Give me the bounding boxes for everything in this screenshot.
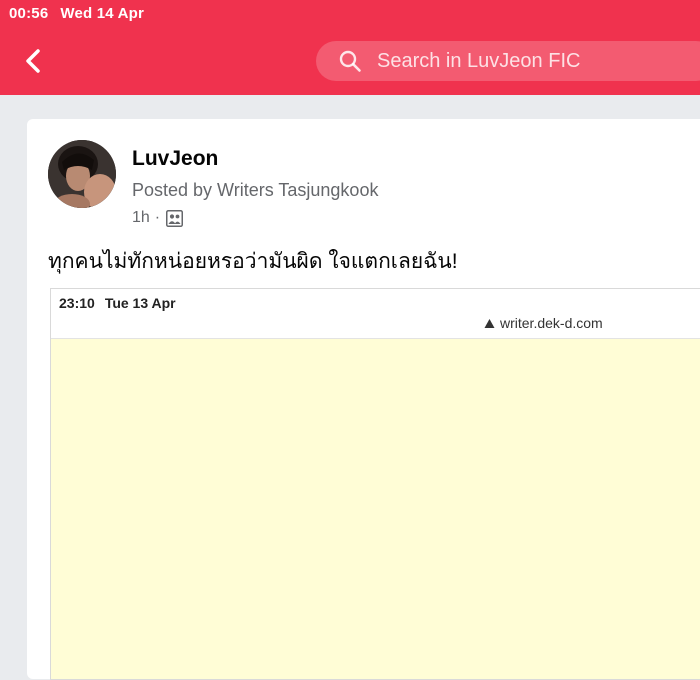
status-time: 00:56 xyxy=(9,5,49,22)
back-button[interactable] xyxy=(18,44,48,78)
image-date: Tue 13 Apr xyxy=(104,295,176,311)
status-date: Wed 14 Apr xyxy=(60,5,145,22)
avatar[interactable] xyxy=(48,140,116,208)
image-url: writer.dek-d.com xyxy=(500,315,603,331)
image-url-bar: writer.dek-d.com xyxy=(484,315,603,331)
post-meta: 1h · xyxy=(132,209,184,227)
search-input[interactable]: Search in LuvJeon FIC xyxy=(316,41,700,81)
image-time: 23:10 xyxy=(59,295,95,311)
post-time[interactable]: 1h xyxy=(132,209,150,227)
status-bar: 00:56 Wed 14 Apr xyxy=(9,5,156,22)
post-text: ทุกคนไม่ทักหน่อยหรอว่ามันผิด ใจแตกเลยฉัน… xyxy=(48,250,458,273)
image-browser-header: 23:10 Tue 13 Apr writer.dek-d.com xyxy=(51,289,700,339)
meta-separator: · xyxy=(154,209,161,226)
author-name[interactable]: LuvJeon xyxy=(132,147,218,171)
lock-icon xyxy=(484,318,495,329)
search-placeholder: Search in LuvJeon FIC xyxy=(377,49,581,72)
search-icon xyxy=(338,49,362,73)
image-status-time: 23:10 Tue 13 Apr xyxy=(59,295,186,311)
group-icon xyxy=(166,209,184,227)
chevron-left-icon xyxy=(26,49,40,73)
post-image[interactable]: 23:10 Tue 13 Apr writer.dek-d.com xyxy=(50,288,700,680)
posted-by-label: Posted by Writers Tasjungkook xyxy=(132,180,379,200)
app-header: 00:56 Wed 14 Apr Search in LuvJeon FIC xyxy=(0,0,700,95)
